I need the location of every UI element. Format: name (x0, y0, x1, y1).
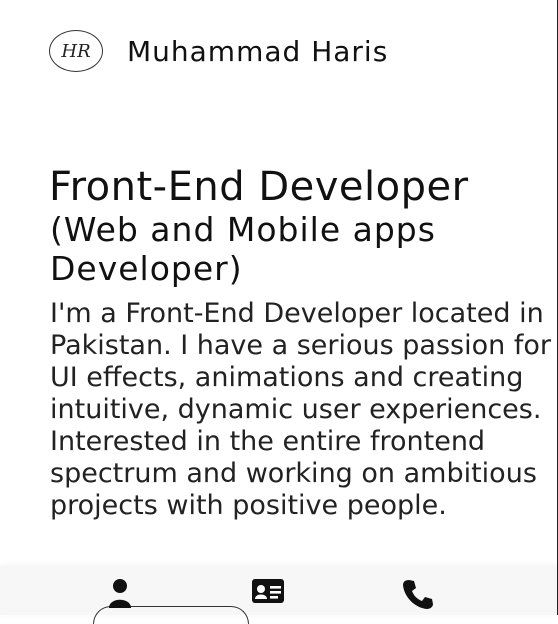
logo[interactable]: HR (49, 30, 103, 72)
site-name: Muhammad Haris (127, 34, 389, 68)
hero-title: Front-End Developer (49, 164, 469, 210)
nav-contact-card-button[interactable] (246, 578, 290, 612)
site-header: HR Muhammad Haris (49, 30, 388, 72)
hero-subtitle: (Web and Mobile apps Developer) (50, 210, 436, 288)
phone-icon (403, 580, 433, 609)
bio-paragraph-location: I'm a Front-End Developer located in Pak… (50, 298, 551, 425)
bottom-navigation (0, 566, 557, 624)
nav-phone-button[interactable] (396, 578, 440, 612)
contact-card-icon (252, 579, 284, 603)
logo-monogram: HR (61, 40, 91, 62)
bio-paragraph-interests: Interested in the entire frontend spectr… (50, 426, 537, 521)
user-icon (109, 579, 131, 608)
nav-profile-button[interactable] (98, 578, 142, 612)
bio-section: I'm a Front-End Developer located in Pak… (50, 298, 558, 522)
